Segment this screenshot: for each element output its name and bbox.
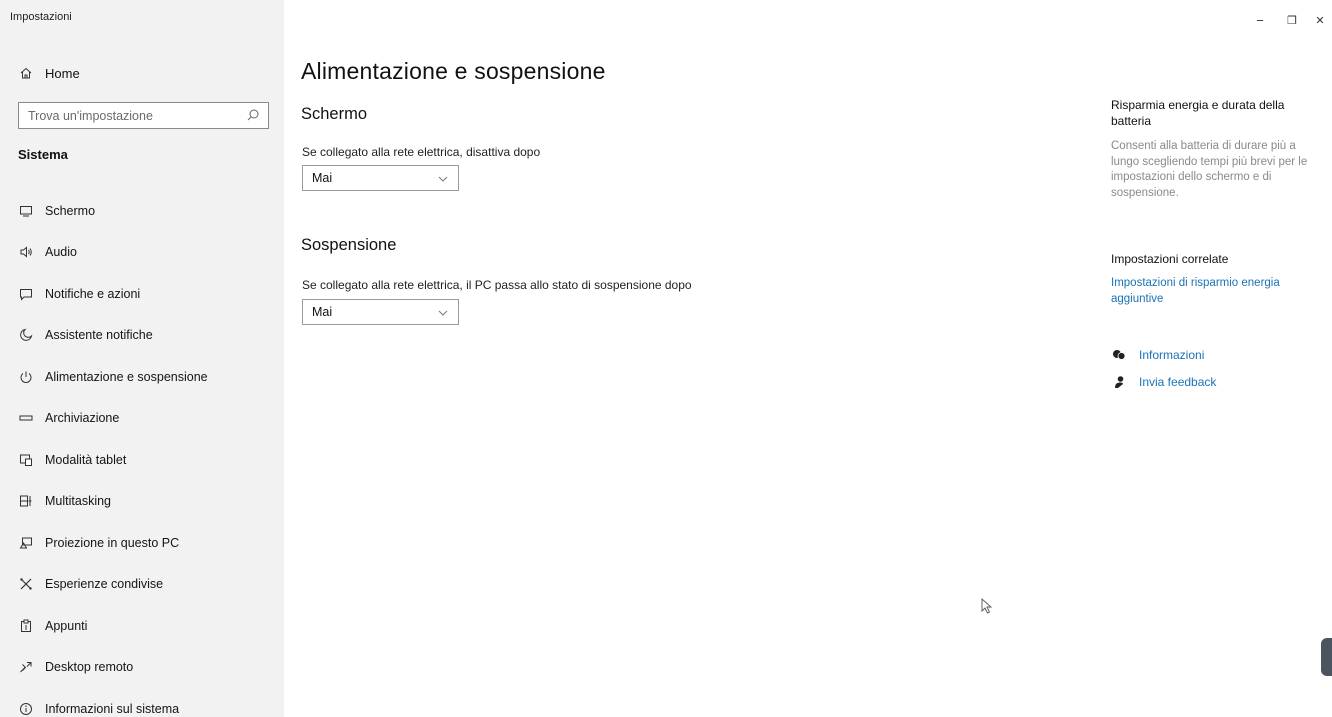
search-icon[interactable]	[246, 108, 260, 122]
sidebar-item-appunti[interactable]: Appunti	[0, 605, 284, 647]
sidebar-item-label: Notifiche e azioni	[45, 286, 141, 301]
sidebar-item-label: Esperienze condivise	[45, 577, 164, 592]
minimize-button[interactable]: −	[1250, 10, 1270, 30]
info-icon	[18, 701, 34, 717]
get-help-label: Informazioni	[1139, 348, 1205, 362]
sidebar-item-label: Audio	[45, 245, 77, 260]
chevron-down-icon	[438, 173, 448, 183]
save-energy-description: Consenti alla batteria di durare più a l…	[1111, 140, 1308, 199]
sidebar-item-audio[interactable]: Audio	[0, 232, 284, 274]
screen-heading: Schermo	[301, 105, 368, 123]
sleep-timeout-dropdown[interactable]: Mai	[302, 299, 459, 325]
shared-experiences-icon	[18, 576, 34, 592]
sleep-heading: Sospensione	[301, 236, 397, 254]
screen-timeout-label: Se collegato alla rete elettrica, disatt…	[302, 145, 541, 159]
sidebar-item-label: Schermo	[45, 203, 96, 218]
power-icon	[18, 369, 34, 385]
restore-icon: ❐	[1287, 14, 1297, 27]
section-title: Sistema	[18, 147, 68, 162]
home-label: Home	[45, 65, 80, 81]
clipboard-icon	[18, 618, 34, 634]
sleep-timeout-label: Se collegato alla rete elettrica, il PC …	[302, 278, 692, 292]
settings-window: Impostazioni Home Trova un'impostazione …	[0, 0, 1332, 717]
close-button[interactable]: ✕	[1310, 10, 1330, 30]
restore-button[interactable]: ❐	[1282, 10, 1302, 30]
notification-icon	[18, 286, 34, 302]
feedback-icon	[1111, 374, 1127, 390]
close-icon: ✕	[1315, 14, 1325, 27]
screen-timeout-dropdown[interactable]: Mai	[302, 165, 459, 191]
moon-icon	[18, 327, 34, 343]
sidebar-item-alimentazione[interactable]: Alimentazione e sospensione	[0, 356, 284, 398]
sidebar-item-label: Desktop remoto	[45, 660, 134, 675]
sidebar-item-label: Modalità tablet	[45, 452, 127, 467]
page-title: Alimentazione e sospensione	[301, 58, 606, 84]
minimize-icon: −	[1256, 12, 1264, 28]
related-settings-heading: Impostazioni correlate	[1111, 252, 1229, 266]
sidebar-item-proiezione[interactable]: Proiezione in questo PC	[0, 522, 284, 564]
save-energy-heading: Risparmia energia e durata della batteri…	[1111, 98, 1285, 128]
sidebar-item-archiviazione[interactable]: Archiviazione	[0, 398, 284, 440]
tablet-mode-icon	[18, 452, 34, 468]
sidebar-item-label: Informazioni sul sistema	[45, 701, 180, 716]
speaker-icon	[18, 244, 34, 260]
sidebar: Impostazioni Home Trova un'impostazione …	[0, 0, 284, 717]
chevron-down-icon	[438, 307, 448, 317]
search-placeholder: Trova un'impostazione	[28, 108, 153, 123]
sidebar-item-label: Alimentazione e sospensione	[45, 369, 208, 384]
multitasking-icon	[18, 493, 34, 509]
mouse-cursor-icon	[981, 597, 993, 614]
sidebar-item-label: Multitasking	[45, 494, 111, 509]
app-title: Impostazioni	[10, 11, 72, 23]
home-icon	[18, 65, 34, 81]
remote-desktop-icon	[18, 659, 34, 675]
projection-icon	[18, 535, 34, 551]
sidebar-item-informazioni-sistema[interactable]: Informazioni sul sistema	[0, 688, 284, 717]
sidebar-item-desktop-remoto[interactable]: Desktop remoto	[0, 647, 284, 689]
sidebar-item-label: Assistente notifiche	[45, 328, 153, 343]
help-chat-icon	[1111, 347, 1127, 363]
monitor-icon	[18, 203, 34, 219]
sidebar-item-label: Archiviazione	[45, 411, 120, 426]
send-feedback-link[interactable]: Invia feedback	[1111, 374, 1216, 390]
search-input[interactable]: Trova un'impostazione	[18, 102, 269, 129]
screen-timeout-value: Mai	[312, 171, 333, 185]
edge-handle[interactable]	[1321, 638, 1332, 676]
get-help-link[interactable]: Informazioni	[1111, 347, 1204, 363]
home-nav-item[interactable]: Home	[18, 62, 80, 84]
storage-icon	[18, 410, 34, 426]
sidebar-item-assistente-notifiche[interactable]: Assistente notifiche	[0, 315, 284, 357]
sleep-timeout-value: Mai	[312, 305, 333, 319]
sidebar-nav: Schermo Audio Notifiche e azioni Assiste…	[0, 190, 284, 717]
sidebar-item-esperienze-condivise[interactable]: Esperienze condivise	[0, 564, 284, 606]
sidebar-item-schermo[interactable]: Schermo	[0, 190, 284, 232]
sidebar-item-modalita-tablet[interactable]: Modalità tablet	[0, 439, 284, 481]
sidebar-item-label: Proiezione in questo PC	[45, 535, 180, 550]
additional-power-settings-link[interactable]: Impostazioni di risparmio energia aggiun…	[1111, 275, 1321, 307]
sidebar-item-label: Appunti	[45, 618, 88, 633]
send-feedback-label: Invia feedback	[1139, 375, 1217, 389]
sidebar-item-multitasking[interactable]: Multitasking	[0, 481, 284, 523]
sidebar-item-notifiche[interactable]: Notifiche e azioni	[0, 273, 284, 315]
